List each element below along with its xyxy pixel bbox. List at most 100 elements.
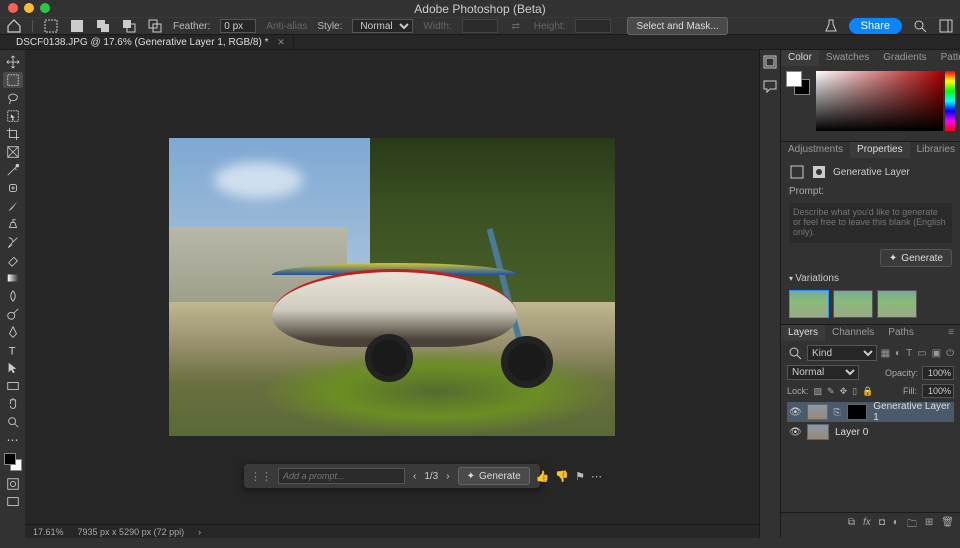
filter-type-icon[interactable]: T — [906, 348, 912, 359]
foreground-background-swatch[interactable] — [3, 450, 23, 474]
select-and-mask-button[interactable]: Select and Mask... — [627, 17, 727, 35]
next-variation-button[interactable]: › — [444, 471, 451, 482]
search-icon[interactable] — [912, 18, 928, 34]
zoom-tool[interactable] — [3, 414, 23, 430]
foreground-color-swatch[interactable] — [786, 71, 802, 87]
generate-button[interactable]: ✦Generate — [458, 467, 530, 485]
taskbar-handle-icon[interactable]: ⋮⋮ — [250, 470, 272, 483]
marquee-tool-icon[interactable] — [43, 18, 59, 34]
tab-properties[interactable]: Properties — [850, 142, 910, 158]
visibility-toggle-icon[interactable]: 👁 — [789, 407, 801, 418]
lock-all-icon[interactable]: 🔒 — [862, 386, 873, 397]
canvas[interactable]: ⋮⋮ ‹ 1/3 › ✦Generate 👍 👎 ⚑ ⋯ — [25, 50, 759, 524]
clone-stamp-tool[interactable] — [3, 216, 23, 232]
lock-position-icon[interactable]: ✥ — [840, 386, 848, 397]
history-panel-icon[interactable] — [762, 54, 778, 70]
prompt-input[interactable] — [278, 468, 405, 484]
history-brush-tool[interactable] — [3, 234, 23, 250]
eyedropper-tool[interactable] — [3, 162, 23, 178]
comments-panel-icon[interactable] — [762, 78, 778, 94]
new-layer-icon[interactable]: ⊞ — [925, 517, 933, 534]
crop-tool[interactable] — [3, 126, 23, 142]
new-selection-icon[interactable] — [69, 18, 85, 34]
share-button[interactable]: Share — [849, 18, 902, 34]
layer-thumbnail[interactable] — [807, 404, 828, 420]
gradient-tool[interactable] — [3, 270, 23, 286]
lock-pixels-icon[interactable]: ✎ — [827, 386, 835, 397]
add-mask-icon[interactable]: ◘ — [879, 517, 885, 534]
dodge-tool[interactable] — [3, 306, 23, 322]
path-selection-tool[interactable] — [3, 360, 23, 376]
variation-thumb-2[interactable] — [833, 290, 873, 318]
delete-layer-icon[interactable]: 🗑 — [941, 517, 954, 534]
tab-channels[interactable]: Channels — [825, 325, 881, 341]
flag-icon[interactable]: ⚑ — [575, 470, 585, 483]
document-tab[interactable]: DSCF0138.JPG @ 17.6% (Generative Layer 1… — [8, 35, 294, 50]
color-swatch-pair[interactable] — [786, 71, 810, 95]
rectangle-tool[interactable] — [3, 378, 23, 394]
more-options-icon[interactable]: ⋯ — [591, 470, 602, 483]
eraser-tool[interactable] — [3, 252, 23, 268]
lock-transparency-icon[interactable]: ▨ — [814, 386, 823, 397]
tab-libraries[interactable]: Libraries — [910, 142, 960, 158]
zoom-level[interactable]: 17.61% — [33, 527, 64, 537]
toolbar-more-icon[interactable]: ⋯ — [3, 432, 23, 448]
style-select[interactable]: Normal — [352, 19, 413, 33]
variation-thumb-1[interactable] — [789, 290, 829, 318]
beaker-icon[interactable] — [823, 18, 839, 34]
tab-patterns[interactable]: Patterns — [934, 50, 960, 66]
intersect-selection-icon[interactable] — [147, 18, 163, 34]
filter-toggle-icon[interactable]: ⏻ — [946, 348, 954, 359]
lock-artboard-icon[interactable]: ▯ — [852, 386, 857, 397]
frame-tool[interactable] — [3, 144, 23, 160]
move-tool[interactable] — [3, 54, 23, 70]
properties-generate-button[interactable]: ✦Generate — [880, 249, 952, 267]
tab-gradients[interactable]: Gradients — [876, 50, 933, 66]
visibility-toggle-icon[interactable]: 👁 — [789, 427, 801, 438]
layer-filter-icon[interactable] — [787, 345, 803, 361]
maximize-window-button[interactable] — [40, 3, 50, 13]
layer-item[interactable]: 👁 Layer 0 — [787, 422, 954, 442]
tab-adjustments[interactable]: Adjustments — [781, 142, 850, 158]
layer-name-label[interactable]: Layer 0 — [835, 427, 868, 438]
thumbs-up-icon[interactable]: 👍 — [536, 470, 550, 483]
layer-name-label[interactable]: Generative Layer 1 — [873, 401, 952, 423]
filter-smart-icon[interactable]: ▣ — [932, 348, 941, 359]
type-tool[interactable]: T — [3, 342, 23, 358]
minimize-window-button[interactable] — [24, 3, 34, 13]
layer-mask-thumbnail[interactable] — [847, 404, 868, 420]
hand-tool[interactable] — [3, 396, 23, 412]
add-selection-icon[interactable] — [95, 18, 111, 34]
document-dimensions[interactable]: 7935 px x 5290 px (72 ppi) — [78, 527, 185, 537]
layer-thumbnail[interactable] — [807, 424, 829, 440]
thumbs-down-icon[interactable]: 👎 — [555, 470, 569, 483]
link-layers-icon[interactable]: ⧉ — [848, 517, 855, 534]
color-field[interactable] — [816, 71, 943, 131]
filter-pixel-icon[interactable]: ▦ — [881, 348, 890, 359]
tab-layers[interactable]: Layers — [781, 325, 825, 341]
brush-tool[interactable] — [3, 198, 23, 214]
panel-menu-icon[interactable]: ≡ — [942, 325, 960, 341]
hue-slider[interactable] — [945, 71, 955, 131]
quick-mask-toggle[interactable] — [3, 476, 23, 492]
lasso-tool[interactable] — [3, 90, 23, 106]
opacity-input[interactable] — [922, 366, 954, 380]
pen-tool[interactable] — [3, 324, 23, 340]
new-adjustment-icon[interactable]: ◐ — [893, 517, 899, 534]
feather-input[interactable] — [220, 19, 256, 33]
layer-kind-select[interactable]: Kind — [807, 345, 877, 361]
status-chevron-icon[interactable]: › — [198, 527, 201, 537]
link-icon[interactable]: ⎘ — [834, 407, 841, 418]
close-window-button[interactable] — [8, 3, 18, 13]
close-tab-icon[interactable]: ✕ — [277, 37, 285, 47]
new-group-icon[interactable]: 🗀 — [907, 517, 917, 534]
blur-tool[interactable] — [3, 288, 23, 304]
home-button[interactable] — [6, 18, 22, 34]
screen-mode-toggle[interactable] — [3, 494, 23, 510]
blend-mode-select[interactable]: Normal — [787, 365, 859, 380]
layer-style-icon[interactable]: fx — [863, 517, 871, 534]
variation-thumb-3[interactable] — [877, 290, 917, 318]
object-selection-tool[interactable] — [3, 108, 23, 124]
layer-item[interactable]: 👁 ⎘ Generative Layer 1 — [787, 402, 954, 422]
spot-healing-tool[interactable] — [3, 180, 23, 196]
